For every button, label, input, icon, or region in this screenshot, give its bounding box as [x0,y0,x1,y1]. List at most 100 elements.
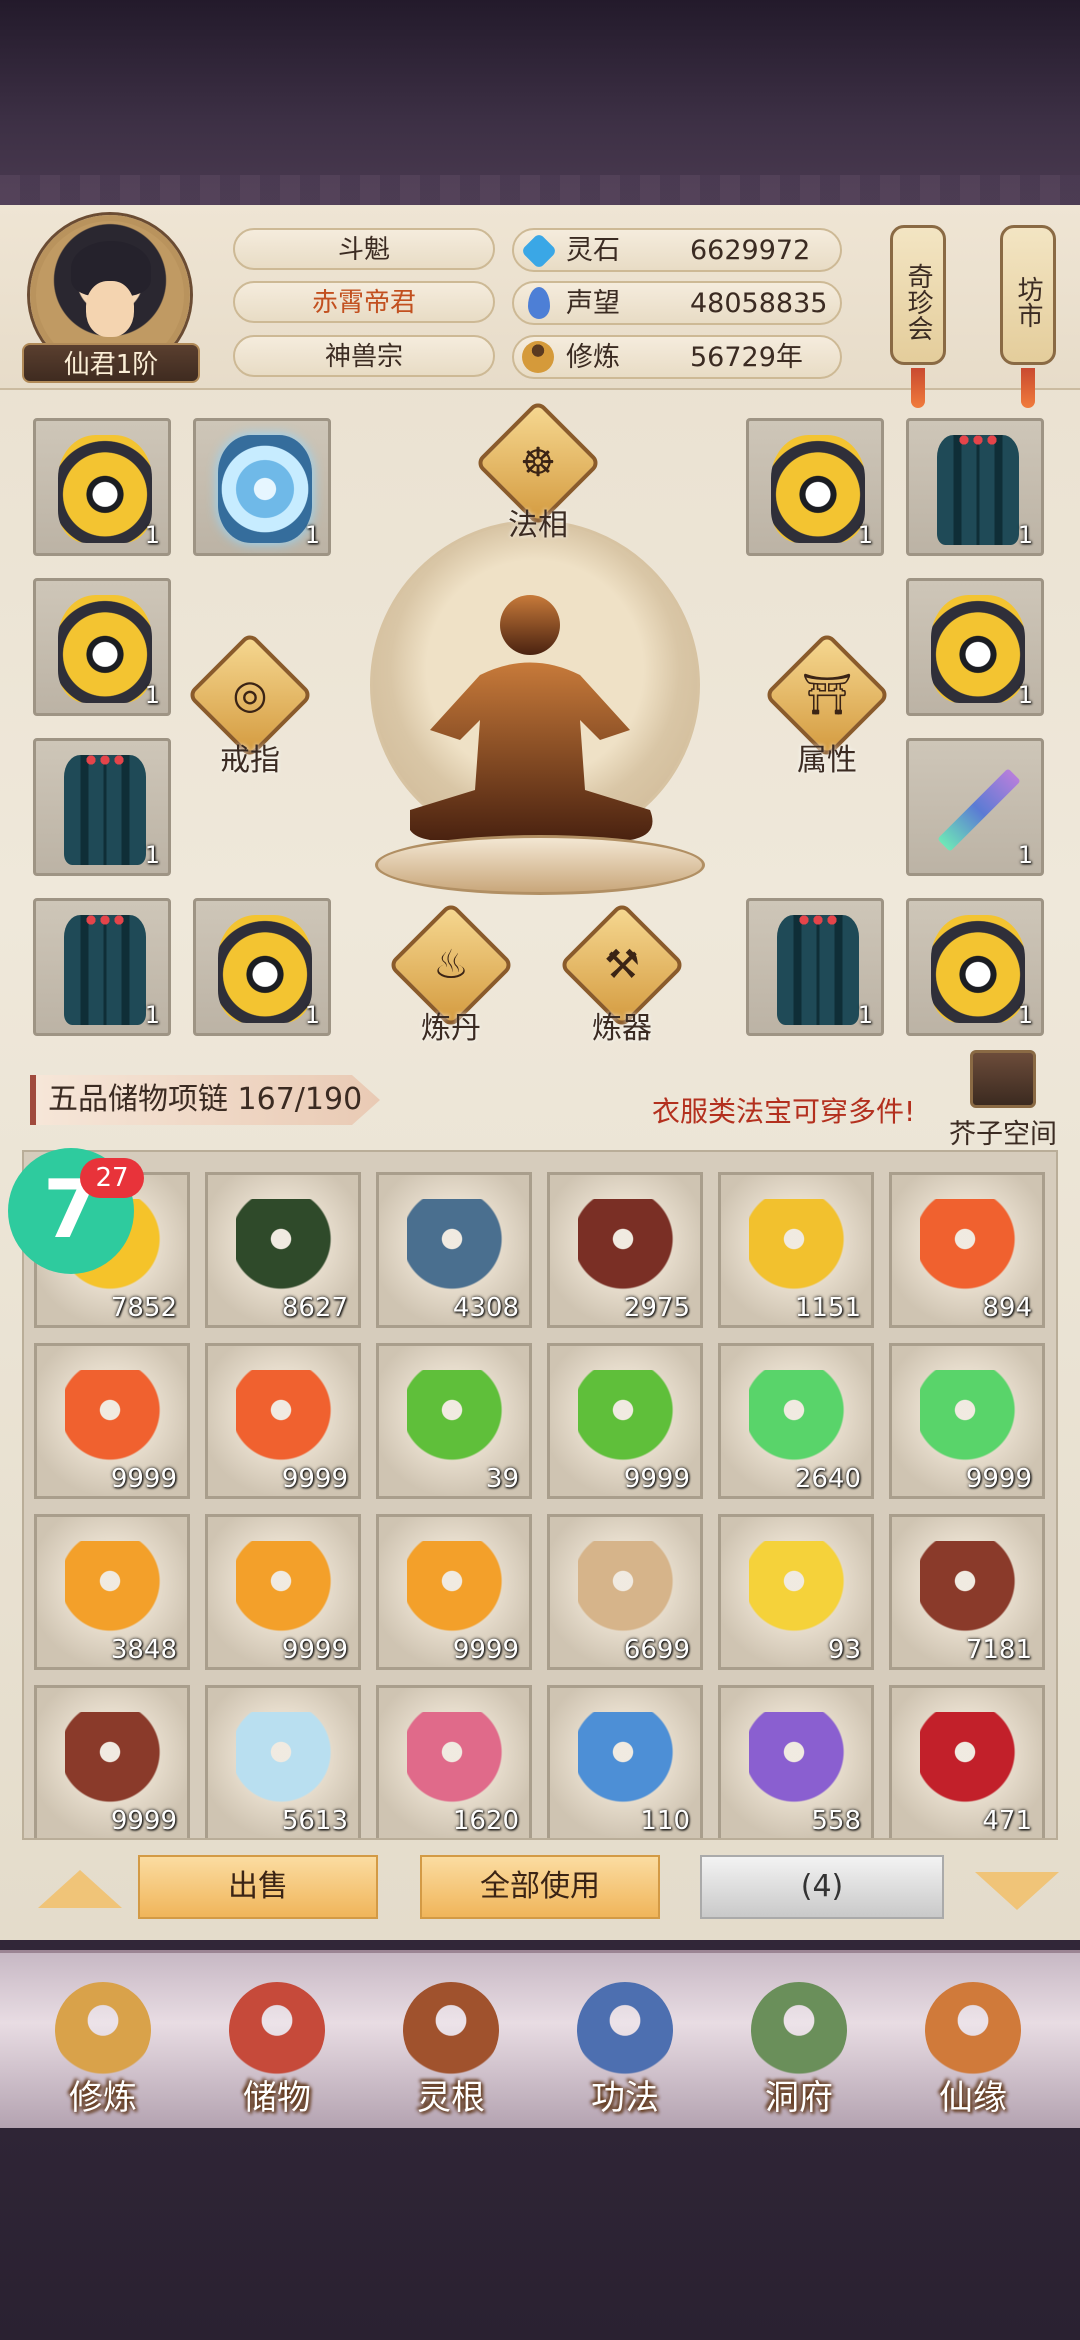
nav-label: 修炼 [69,2078,137,2118]
item-count: 4308 [452,1293,519,1323]
tassel-ornament [1021,368,1035,408]
inventory-slot[interactable]: 9999 [34,1685,190,1838]
inventory-slot[interactable]: 4308 [376,1172,532,1328]
player-title[interactable]: 赤霄帝君 [233,281,495,323]
storage-bag-icon [229,1982,325,2078]
item-count: 3848 [110,1635,177,1665]
rare-treasure-fair-button[interactable]: 奇珍会 [890,225,946,365]
item-count: 9999 [452,1635,519,1665]
item-count: 1 [1017,681,1033,709]
item-count: 1 [1017,1001,1033,1029]
inventory-slot[interactable]: 8627 [205,1172,361,1328]
item-count: 2975 [623,1293,690,1323]
inventory-grid[interactable]: 7852 8627 4308 2975 1151 894 9999 9999 39 9999 264… [22,1150,1058,1840]
item-count: 9999 [965,1464,1032,1494]
nav-label: 洞府 [765,2078,833,2118]
item-icon [65,1541,165,1641]
item-count: 1 [144,841,160,869]
inventory-slot[interactable]: 894 [889,1172,1045,1328]
inventory-slot[interactable]: 39 [376,1343,532,1499]
inventory-slot[interactable]: 9999 [205,1514,361,1670]
nav-item-0[interactable]: 修炼 [28,1982,178,2122]
inventory-slot[interactable]: 558 [718,1685,874,1838]
equip-slot[interactable]: 1 [746,898,884,1036]
inventory-slot[interactable]: 1620 [376,1685,532,1838]
inventory-slot[interactable]: 110 [547,1685,703,1838]
inventory-slot[interactable]: 1151 [718,1172,874,1328]
nav-item-2[interactable]: 灵根 [376,1982,526,2122]
item-icon [65,1712,165,1812]
item-count: 9999 [110,1806,177,1836]
nav-label: 储物 [243,2078,311,2118]
nav-item-4[interactable]: 洞府 [724,1982,874,2122]
inventory-slot[interactable]: 9999 [376,1514,532,1670]
item-count: 110 [640,1806,690,1836]
equip-slot[interactable]: 1 [193,898,331,1036]
selected-count: (4) [700,1855,944,1919]
nav-item-1[interactable]: 储物 [202,1982,352,2122]
teal-robe-icon [777,911,859,1025]
gold-armor-icon [931,915,1025,1023]
equip-slot[interactable]: 1 [906,418,1044,556]
inventory-slot[interactable]: 2640 [718,1343,874,1499]
inventory-slot[interactable]: 9999 [205,1343,361,1499]
item-icon [749,1712,849,1812]
faxiang-label: 法相 [508,508,568,543]
equip-slot[interactable]: 1 [746,418,884,556]
equip-slot[interactable]: 1 [193,418,331,556]
stat-label: 声望 [566,288,620,319]
bag-hint: 衣服类法宝可穿多件! [652,1095,916,1128]
nav-item-3[interactable]: 功法 [550,1982,700,2122]
equip-slot[interactable]: 1 [906,898,1044,1036]
item-icon [407,1199,507,1299]
item-count: 558 [811,1806,861,1836]
inventory-slot[interactable]: 471 [889,1685,1045,1838]
item-icon [65,1370,165,1470]
gold-armor-icon [58,435,152,543]
item-count: 2640 [794,1464,861,1494]
item-count: 9999 [623,1464,690,1494]
item-count: 1 [1017,841,1033,869]
equip-slot[interactable]: 1 [906,738,1044,876]
inventory-slot[interactable]: 93 [718,1514,874,1670]
sword-icon [937,768,1021,852]
equip-slot[interactable]: 1 [906,578,1044,716]
teal-robe-icon [64,751,146,865]
stat-prestige: 声望 48058835 [512,281,842,325]
inventory-slot[interactable]: 5613 [205,1685,361,1838]
equip-slot[interactable]: 1 [33,578,171,716]
inventory-slot[interactable]: 3848 [34,1514,190,1670]
attribute-label: 属性 [797,743,857,778]
stat-label: 灵石 [566,235,620,266]
sell-button[interactable]: 出售 [138,1855,378,1919]
page-up-arrow-icon[interactable] [38,1870,122,1908]
stat-spirit-stone: 灵石 6629972 [512,228,842,272]
inventory-slot[interactable]: 2975 [547,1172,703,1328]
market-button[interactable]: 坊市 [1000,225,1056,365]
cultivation-icon [522,341,554,373]
mustard-space-button[interactable]: 芥子空间 [948,1050,1058,1160]
inventory-slot[interactable]: 9999 [547,1343,703,1499]
inventory-slot[interactable]: 6699 [547,1514,703,1670]
equip-slot[interactable]: 1 [33,898,171,1036]
inventory-slot[interactable]: 7181 [889,1514,1045,1670]
item-icon [236,1541,336,1641]
gold-armor-icon [931,595,1025,703]
use-all-button[interactable]: 全部使用 [420,1855,660,1919]
item-icon [920,1541,1020,1641]
item-icon [749,1541,849,1641]
stat-value: 56729年 [690,342,803,373]
equip-slot[interactable]: 1 [33,738,171,876]
nav-label: 仙缘 [939,2078,1007,2118]
top-ornament [0,175,1080,205]
item-count: 1620 [452,1806,519,1836]
nav-item-5[interactable]: 仙缘 [898,1982,1048,2122]
bag-name-tag: 五品储物项链 167/190 [30,1075,380,1125]
item-icon [407,1712,507,1812]
equip-slot[interactable]: 1 [33,418,171,556]
item-count: 9999 [281,1464,348,1494]
inventory-slot[interactable]: 9999 [34,1343,190,1499]
inventory-slot[interactable]: 9999 [889,1343,1045,1499]
page-down-arrow-icon[interactable] [975,1872,1059,1910]
item-count: 6699 [623,1635,690,1665]
